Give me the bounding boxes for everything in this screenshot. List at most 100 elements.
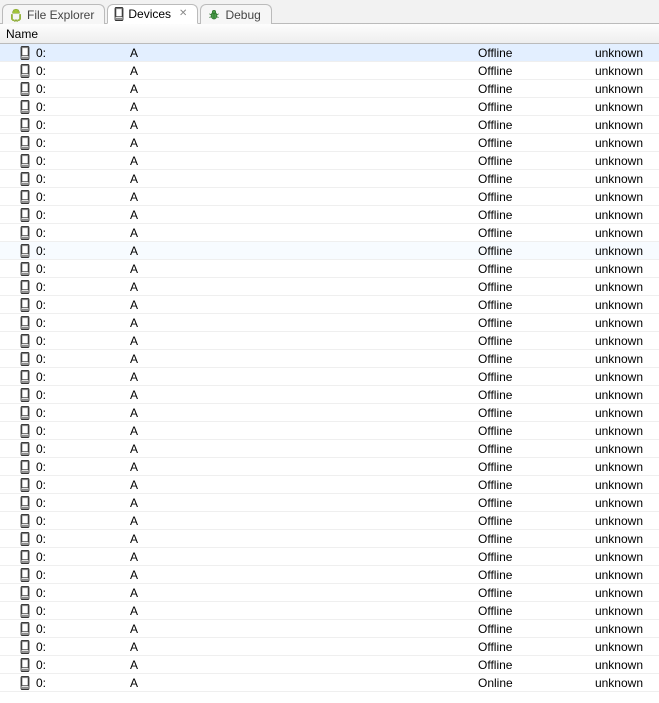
- device-id: 0:: [34, 496, 130, 510]
- device-unknown: unknown: [574, 298, 659, 312]
- device-id: 0:: [34, 316, 130, 330]
- device-row[interactable]: 0:AOfflineunknown: [0, 44, 659, 62]
- device-row[interactable]: 0:AOfflineunknown: [0, 494, 659, 512]
- device-unknown: unknown: [574, 118, 659, 132]
- tab-devices[interactable]: Devices✕: [107, 4, 198, 24]
- device-row-icon-cell: [0, 190, 34, 204]
- device-row[interactable]: 0:AOfflineunknown: [0, 656, 659, 674]
- tab-debug[interactable]: Debug: [200, 4, 271, 24]
- android-icon: [9, 8, 23, 22]
- tab-file-explorer[interactable]: File Explorer: [2, 4, 105, 24]
- device-row[interactable]: 0:AOfflineunknown: [0, 602, 659, 620]
- device-row[interactable]: 0:AOfflineunknown: [0, 98, 659, 116]
- device-row[interactable]: 0:AOfflineunknown: [0, 584, 659, 602]
- device-id: 0:: [34, 100, 130, 114]
- device-status: Offline: [478, 136, 574, 150]
- device-row[interactable]: 0:AOfflineunknown: [0, 512, 659, 530]
- device-status: Offline: [478, 280, 574, 294]
- device-row[interactable]: 0:AOfflineunknown: [0, 368, 659, 386]
- device-unknown: unknown: [574, 550, 659, 564]
- device-row[interactable]: 0:AOfflineunknown: [0, 638, 659, 656]
- device-row[interactable]: 0:AOfflineunknown: [0, 440, 659, 458]
- device-id: 0:: [34, 622, 130, 636]
- device-unknown: unknown: [574, 172, 659, 186]
- device-status: Offline: [478, 100, 574, 114]
- device-row[interactable]: 0:AOfflineunknown: [0, 296, 659, 314]
- device-id: 0:: [34, 550, 130, 564]
- device-id: 0:: [34, 244, 130, 258]
- device-unknown: unknown: [574, 100, 659, 114]
- device-row[interactable]: 0:AOfflineunknown: [0, 170, 659, 188]
- device-row[interactable]: 0:AOfflineunknown: [0, 386, 659, 404]
- device-col-a: A: [130, 658, 478, 672]
- device-row[interactable]: 0:AOfflineunknown: [0, 62, 659, 80]
- device-unknown: unknown: [574, 604, 659, 618]
- device-row[interactable]: 0:AOnlineunknown: [0, 674, 659, 692]
- device-row[interactable]: 0:AOfflineunknown: [0, 530, 659, 548]
- device-row[interactable]: 0:AOfflineunknown: [0, 134, 659, 152]
- device-row-icon-cell: [0, 352, 34, 366]
- device-row[interactable]: 0:AOfflineunknown: [0, 620, 659, 638]
- phone-icon: [20, 568, 30, 582]
- device-unknown: unknown: [574, 676, 659, 690]
- device-row[interactable]: 0:AOfflineunknown: [0, 278, 659, 296]
- device-row-icon-cell: [0, 280, 34, 294]
- phone-icon: [20, 640, 30, 654]
- device-col-a: A: [130, 496, 478, 510]
- device-col-a: A: [130, 244, 478, 258]
- device-id: 0:: [34, 586, 130, 600]
- phone-icon: [20, 190, 30, 204]
- device-id: 0:: [34, 82, 130, 96]
- device-row[interactable]: 0:AOfflineunknown: [0, 476, 659, 494]
- device-row[interactable]: 0:AOfflineunknown: [0, 422, 659, 440]
- device-row[interactable]: 0:AOfflineunknown: [0, 206, 659, 224]
- phone-icon: [20, 208, 30, 222]
- device-unknown: unknown: [574, 586, 659, 600]
- device-row-icon-cell: [0, 604, 34, 618]
- device-row[interactable]: 0:AOfflineunknown: [0, 404, 659, 422]
- device-status: Offline: [478, 568, 574, 582]
- device-row-icon-cell: [0, 586, 34, 600]
- device-unknown: unknown: [574, 478, 659, 492]
- device-status: Offline: [478, 316, 574, 330]
- device-status: Offline: [478, 478, 574, 492]
- close-icon[interactable]: ✕: [179, 9, 187, 19]
- column-header-name[interactable]: Name: [0, 24, 659, 44]
- device-row-icon-cell: [0, 244, 34, 258]
- phone-icon: [20, 262, 30, 276]
- phone-icon: [20, 118, 30, 132]
- device-id: 0:: [34, 604, 130, 618]
- device-id: 0:: [34, 334, 130, 348]
- device-row[interactable]: 0:AOfflineunknown: [0, 242, 659, 260]
- phone-icon: [20, 442, 30, 456]
- device-id: 0:: [34, 262, 130, 276]
- device-row-icon-cell: [0, 226, 34, 240]
- device-status: Offline: [478, 406, 574, 420]
- device-unknown: unknown: [574, 496, 659, 510]
- device-col-a: A: [130, 604, 478, 618]
- device-row[interactable]: 0:AOfflineunknown: [0, 332, 659, 350]
- device-row-icon-cell: [0, 208, 34, 222]
- phone-icon: [20, 64, 30, 78]
- device-id: 0:: [34, 64, 130, 78]
- device-row[interactable]: 0:AOfflineunknown: [0, 80, 659, 98]
- device-unknown: unknown: [574, 352, 659, 366]
- device-row[interactable]: 0:AOfflineunknown: [0, 350, 659, 368]
- device-row[interactable]: 0:AOfflineunknown: [0, 458, 659, 476]
- device-row[interactable]: 0:AOfflineunknown: [0, 116, 659, 134]
- device-row[interactable]: 0:AOfflineunknown: [0, 188, 659, 206]
- device-row[interactable]: 0:AOfflineunknown: [0, 152, 659, 170]
- device-row[interactable]: 0:AOfflineunknown: [0, 314, 659, 332]
- device-id: 0:: [34, 226, 130, 240]
- device-status: Offline: [478, 172, 574, 186]
- device-row[interactable]: 0:AOfflineunknown: [0, 224, 659, 242]
- device-col-a: A: [130, 118, 478, 132]
- device-status: Offline: [478, 46, 574, 60]
- device-row-icon-cell: [0, 388, 34, 402]
- device-row[interactable]: 0:AOfflineunknown: [0, 548, 659, 566]
- device-row[interactable]: 0:AOfflineunknown: [0, 566, 659, 584]
- device-unknown: unknown: [574, 622, 659, 636]
- device-row[interactable]: 0:AOfflineunknown: [0, 260, 659, 278]
- device-unknown: unknown: [574, 532, 659, 546]
- device-unknown: unknown: [574, 136, 659, 150]
